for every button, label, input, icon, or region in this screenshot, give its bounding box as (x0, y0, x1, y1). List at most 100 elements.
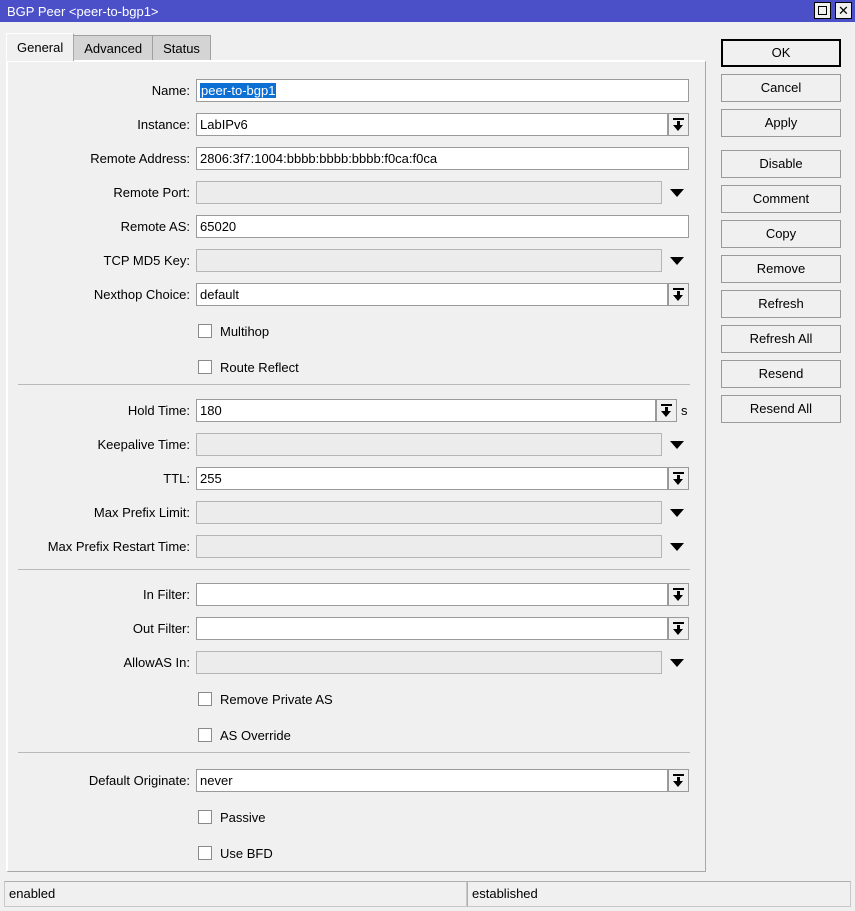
out-filter-dropdown-button[interactable] (668, 617, 689, 640)
hold-time-input-value: 180 (200, 403, 222, 418)
refresh-all-button[interactable]: Refresh All (721, 325, 841, 353)
remove-button[interactable]: Remove (721, 255, 841, 283)
cancel-button[interactable]: Cancel (721, 74, 841, 102)
tcp-md5-key-dropdown-icon[interactable] (670, 257, 684, 265)
remote-address-label: Remote Address: (8, 147, 190, 171)
max-prefix-limit-dropdown-icon[interactable] (670, 509, 684, 517)
instance-dropdown-button[interactable] (668, 113, 689, 136)
ttl-label: TTL: (8, 467, 190, 491)
nexthop-choice-input[interactable]: default (196, 283, 668, 306)
close-icon: ✕ (838, 4, 849, 17)
default-originate-input[interactable]: never (196, 769, 668, 792)
keepalive-time-label: Keepalive Time: (8, 433, 190, 457)
passive-checkbox[interactable]: Passive (198, 807, 266, 827)
ttl-dropdown-button[interactable] (668, 467, 689, 490)
tcp-md5-key-input[interactable] (196, 249, 662, 272)
remove-private-as-checkbox[interactable]: Remove Private AS (198, 689, 333, 709)
checkbox-box (198, 692, 212, 706)
spinner-down-icon (673, 588, 684, 601)
tab-advanced-label: Advanced (84, 41, 142, 56)
as-override-label: AS Override (220, 728, 291, 743)
window-title: BGP Peer <peer-to-bgp1> (7, 4, 159, 19)
spinner-down-icon (673, 472, 684, 485)
ttl-input-value: 255 (200, 471, 222, 486)
remote-as-label: Remote AS: (8, 215, 190, 239)
hold-time-dropdown-button[interactable] (656, 399, 677, 422)
max-prefix-limit-input[interactable] (196, 501, 662, 524)
keepalive-time-input[interactable] (196, 433, 662, 456)
restore-button[interactable] (814, 2, 831, 19)
ttl-input[interactable]: 255 (196, 467, 668, 490)
remove-private-as-label: Remove Private AS (220, 692, 333, 707)
spinner-down-icon (673, 288, 684, 301)
checkbox-box (198, 324, 212, 338)
allowas-in-label: AllowAS In: (8, 651, 190, 675)
status-enabled-pane: enabled (4, 881, 467, 907)
tab-general[interactable]: General (6, 33, 74, 61)
hold-time-unit: s (681, 399, 688, 422)
default-originate-input-value: never (200, 773, 233, 788)
remote-as-input-value: 65020 (200, 219, 236, 234)
max-prefix-restart-time-input[interactable] (196, 535, 662, 558)
in-filter-label: In Filter: (8, 583, 190, 607)
name-input[interactable]: peer-to-bgp1 (196, 79, 689, 102)
remote-port-input[interactable] (196, 181, 662, 204)
section-divider-2 (18, 569, 690, 570)
spinner-down-icon (673, 774, 684, 787)
nexthop-choice-input-value: default (200, 287, 239, 302)
nexthop-choice-dropdown-button[interactable] (668, 283, 689, 306)
spinner-down-icon (673, 622, 684, 635)
refresh-button[interactable]: Refresh (721, 290, 841, 318)
name-input-value: peer-to-bgp1 (200, 83, 276, 98)
route-reflect-checkbox[interactable]: Route Reflect (198, 357, 299, 377)
tab-general-label: General (17, 40, 63, 55)
restore-icon (818, 6, 827, 15)
in-filter-dropdown-button[interactable] (668, 583, 689, 606)
out-filter-label: Out Filter: (8, 617, 190, 641)
remote-as-input[interactable]: 65020 (196, 215, 689, 238)
remote-address-input[interactable]: 2806:3f7:1004:bbbb:bbbb:bbbb:f0ca:f0ca (196, 147, 689, 170)
out-filter-input[interactable] (196, 617, 668, 640)
as-override-checkbox[interactable]: AS Override (198, 725, 291, 745)
action-button-column: OK Cancel Apply Disable Comment Copy Rem… (721, 39, 841, 430)
resend-button[interactable]: Resend (721, 360, 841, 388)
copy-button[interactable]: Copy (721, 220, 841, 248)
remote-address-input-value: 2806:3f7:1004:bbbb:bbbb:bbbb:f0ca:f0ca (200, 151, 437, 166)
comment-button[interactable]: Comment (721, 185, 841, 213)
checkbox-box (198, 360, 212, 374)
default-originate-dropdown-button[interactable] (668, 769, 689, 792)
ok-button[interactable]: OK (721, 39, 841, 67)
use-bfd-checkbox[interactable]: Use BFD (198, 843, 273, 863)
tcp-md5-key-label: TCP MD5 Key: (8, 249, 190, 273)
checkbox-box (198, 846, 212, 860)
tab-advanced[interactable]: Advanced (73, 35, 153, 61)
general-tab-panel: Name: peer-to-bgp1 Instance: LabIPv6 Rem… (6, 60, 706, 872)
use-bfd-label: Use BFD (220, 846, 273, 861)
resend-all-button[interactable]: Resend All (721, 395, 841, 423)
allowas-in-input[interactable] (196, 651, 662, 674)
nexthop-choice-label: Nexthop Choice: (8, 283, 190, 307)
default-originate-label: Default Originate: (8, 769, 190, 793)
max-prefix-limit-label: Max Prefix Limit: (8, 501, 190, 525)
close-button[interactable]: ✕ (835, 2, 852, 19)
remote-port-label: Remote Port: (8, 181, 190, 205)
instance-input[interactable]: LabIPv6 (196, 113, 668, 136)
hold-time-label: Hold Time: (8, 399, 190, 423)
in-filter-input[interactable] (196, 583, 668, 606)
instance-input-value: LabIPv6 (200, 117, 248, 132)
apply-button[interactable]: Apply (721, 109, 841, 137)
section-divider-3 (18, 752, 690, 753)
allowas-in-dropdown-icon[interactable] (670, 659, 684, 667)
disable-button[interactable]: Disable (721, 150, 841, 178)
status-bar: enabled established (4, 881, 851, 907)
title-bar: BGP Peer <peer-to-bgp1> ✕ (0, 0, 855, 22)
multihop-checkbox[interactable]: Multihop (198, 321, 269, 341)
name-label: Name: (8, 79, 190, 103)
remote-port-dropdown-icon[interactable] (670, 189, 684, 197)
route-reflect-label: Route Reflect (220, 360, 299, 375)
multihop-label: Multihop (220, 324, 269, 339)
tab-status[interactable]: Status (152, 35, 211, 61)
hold-time-input[interactable]: 180 (196, 399, 656, 422)
keepalive-time-dropdown-icon[interactable] (670, 441, 684, 449)
max-prefix-restart-time-dropdown-icon[interactable] (670, 543, 684, 551)
